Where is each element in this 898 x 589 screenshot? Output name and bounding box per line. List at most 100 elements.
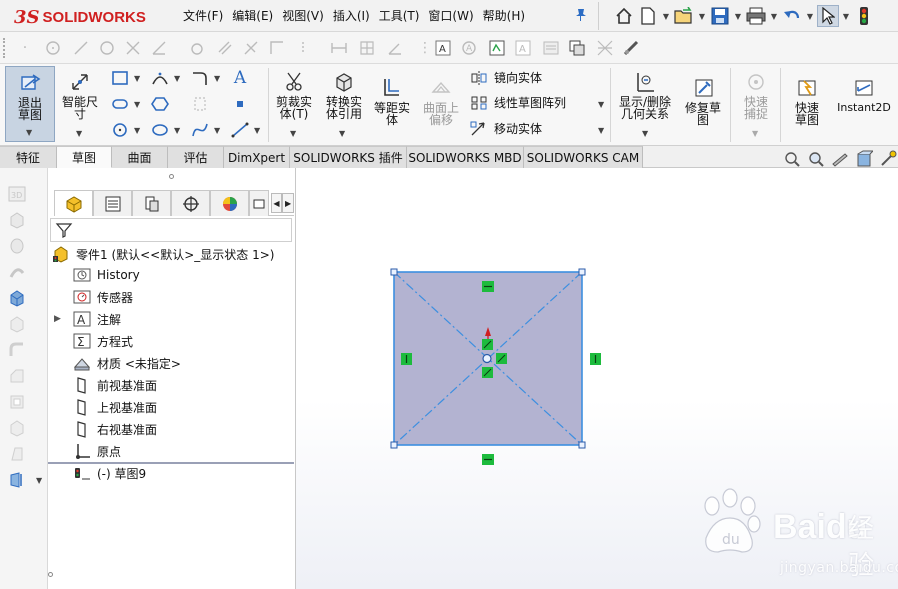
previous-view-icon[interactable]	[830, 150, 850, 168]
offset-on-surface-button[interactable]: 曲面上偏移	[418, 76, 464, 126]
circle-icon[interactable]	[96, 37, 118, 59]
chevron-down-icon[interactable]: ▼	[769, 12, 779, 21]
parallel-icon[interactable]	[214, 37, 236, 59]
chevron-down-icon[interactable]: ▼	[697, 12, 707, 21]
new-document-icon[interactable]	[637, 5, 659, 27]
panel-bottom-handle[interactable]	[48, 572, 53, 577]
tree-item-sensors[interactable]: 传感器	[73, 287, 133, 307]
rapid-sketch-button[interactable]: 快速草图	[784, 76, 830, 126]
tab-mbd[interactable]: SOLIDWORKS MBD	[407, 146, 524, 168]
smart-dimension-button[interactable]: 智能尺寸 ▼	[58, 70, 102, 138]
move-entities-button[interactable]: 移动实体	[470, 120, 542, 137]
dimxpert-manager-tab-icon[interactable]	[171, 190, 210, 216]
mirror-entities-button[interactable]: 镜向实体	[470, 69, 542, 86]
chevron-down-icon[interactable]: ▼	[733, 12, 743, 21]
draft-icon[interactable]	[6, 444, 28, 464]
feature-tree-tab-icon[interactable]	[54, 190, 93, 216]
convert-entities-button[interactable]: 转换实体引用 ▼	[321, 70, 367, 138]
chevron-down-icon[interactable]: ▼	[36, 476, 42, 485]
menu-view[interactable]: 视图(V)	[282, 7, 333, 24]
more-tabs-icon[interactable]	[249, 190, 269, 216]
chevron-down-icon[interactable]: ▼	[598, 126, 604, 135]
shell-icon[interactable]	[6, 392, 28, 412]
tab-addins[interactable]: SOLIDWORKS 插件	[290, 146, 407, 168]
vertical-dashed-icon[interactable]	[292, 37, 314, 59]
3d-icon[interactable]: 3D	[6, 184, 28, 204]
section-view-icon[interactable]	[854, 150, 874, 168]
point-icon[interactable]: ·	[14, 37, 36, 59]
scroll-right-icon[interactable]: ▶	[282, 193, 294, 213]
reference-geometry-icon[interactable]	[6, 470, 28, 490]
menu-help[interactable]: 帮助(H)	[483, 7, 534, 24]
menu-tools[interactable]: 工具(T)	[379, 7, 429, 24]
tree-item-top-plane[interactable]: 上视基准面	[73, 397, 157, 417]
tree-item-front-plane[interactable]: 前视基准面	[73, 375, 157, 395]
text-box-icon[interactable]: A	[512, 37, 534, 59]
chevron-down-icon[interactable]: ▼	[661, 12, 671, 21]
zoom-to-area-icon[interactable]	[806, 150, 826, 168]
tab-features[interactable]: 特征	[0, 146, 57, 168]
angle-icon[interactable]	[148, 37, 170, 59]
undo-icon[interactable]	[781, 5, 803, 27]
tab-sketch[interactable]: 草图	[57, 146, 112, 168]
home-icon[interactable]	[613, 5, 635, 27]
tree-item-history[interactable]: History	[73, 265, 140, 285]
copy-icon[interactable]	[566, 37, 588, 59]
angle-dimension-icon[interactable]	[384, 37, 406, 59]
save-icon[interactable]	[709, 5, 731, 27]
tab-evaluate[interactable]: 评估	[168, 146, 224, 168]
circle-icon[interactable]	[110, 120, 130, 140]
panel-splitter-handle[interactable]	[169, 174, 174, 179]
tab-cam[interactable]: SOLIDWORKS CAM	[524, 146, 643, 168]
chevron-down-icon[interactable]: ▼	[174, 126, 180, 135]
chevron-down-icon[interactable]: ▼	[214, 126, 220, 135]
tree-item-equations[interactable]: Σ 方程式	[73, 331, 133, 351]
expand-chevron-icon[interactable]: ▶	[54, 314, 67, 324]
revolve-icon[interactable]	[6, 236, 28, 256]
scroll-left-icon[interactable]: ◀	[270, 193, 283, 213]
trim-entities-button[interactable]: 剪裁实体(T) ▼	[272, 70, 318, 138]
loft-icon[interactable]	[6, 314, 28, 334]
corner-icon[interactable]	[266, 37, 288, 59]
select-cursor-icon[interactable]	[817, 5, 839, 27]
zoom-to-fit-icon[interactable]	[782, 150, 802, 168]
menu-file[interactable]: 文件(F)	[183, 7, 232, 24]
property-manager-tab-icon[interactable]	[93, 190, 132, 216]
note-icon[interactable]: A	[432, 37, 454, 59]
tree-item-sketch9[interactable]: (-) 草图9	[73, 463, 146, 483]
rectangle-icon[interactable]	[110, 68, 130, 88]
tree-item-annotations[interactable]: ▶ A 注解	[54, 309, 121, 329]
graphics-area[interactable]: du Baidu 经验 jingyan.baidu.com	[296, 168, 898, 589]
chevron-down-icon[interactable]: ▼	[290, 128, 296, 140]
tree-item-origin[interactable]: 原点	[73, 441, 121, 461]
extrude-icon[interactable]	[6, 210, 28, 230]
balloon-icon[interactable]: A	[458, 37, 480, 59]
grid-icon[interactable]	[356, 37, 378, 59]
fillet-icon[interactable]	[190, 68, 210, 88]
tab-dimxpert[interactable]: DimXpert	[224, 146, 290, 168]
part-active-icon[interactable]	[6, 288, 28, 308]
chevron-down-icon[interactable]: ▼	[76, 128, 82, 140]
slot-icon[interactable]	[110, 94, 130, 114]
chevron-down-icon[interactable]: ▼	[805, 12, 815, 21]
chevron-down-icon[interactable]: ▼	[642, 128, 648, 140]
line-icon[interactable]	[70, 37, 92, 59]
solidworks-logo[interactable]: 3S SOLIDWORKS	[14, 4, 146, 30]
quick-snaps-button[interactable]: 快速捕捉 ▼	[734, 70, 778, 138]
chevron-down-icon[interactable]: ▼	[134, 100, 140, 109]
intersect-icon[interactable]	[122, 37, 144, 59]
arc-icon[interactable]	[150, 68, 170, 88]
pin-icon[interactable]	[574, 8, 588, 26]
chevron-down-icon[interactable]: ▼	[26, 127, 32, 139]
tab-surfaces[interactable]: 曲面	[112, 146, 168, 168]
circle-center-icon[interactable]	[42, 37, 64, 59]
linear-pattern-button[interactable]: 线性草图阵列	[470, 94, 566, 111]
chevron-down-icon[interactable]: ▼	[174, 74, 180, 83]
measure-icon[interactable]	[620, 37, 642, 59]
print-icon[interactable]	[745, 5, 767, 27]
dimension-horizontal-icon[interactable]	[328, 37, 350, 59]
menu-insert[interactable]: 插入(I)	[333, 7, 379, 24]
configuration-manager-tab-icon[interactable]	[132, 190, 171, 216]
chevron-down-icon[interactable]: ▼	[214, 74, 220, 83]
rib-icon[interactable]	[6, 418, 28, 438]
